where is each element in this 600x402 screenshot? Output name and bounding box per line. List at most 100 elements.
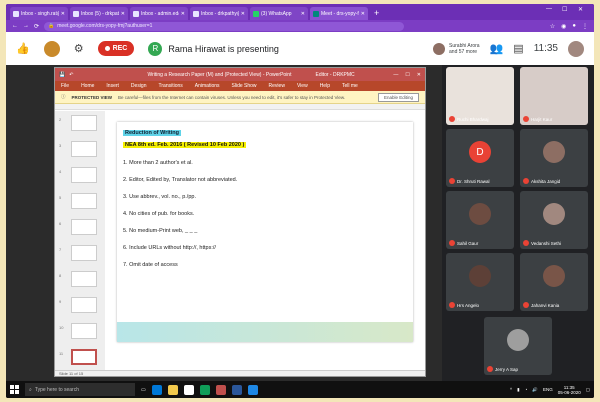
mic-off-icon <box>523 240 529 246</box>
close-icon[interactable]: ✕ <box>121 11 125 17</box>
browser-tab[interactable]: Inbox (5) - drkpathy@gmail.com✕ <box>70 7 128 20</box>
menu-animations[interactable]: Animations <box>195 83 220 89</box>
meet-icon <box>313 10 319 17</box>
word-icon[interactable] <box>231 384 242 395</box>
notification-icon[interactable]: ▢ <box>586 387 590 393</box>
extension-icon[interactable]: ◉ <box>561 23 566 30</box>
participant-tile[interactable]: Ruchi Bhardwaj <box>446 67 514 125</box>
file-explorer-icon[interactable] <box>167 384 178 395</box>
close-icon[interactable]: ✕ <box>417 72 421 78</box>
people-icon[interactable]: 👥 <box>490 42 504 55</box>
slide-thumbnail[interactable] <box>71 323 97 339</box>
slide-thumbnail[interactable] <box>71 271 97 287</box>
star-icon[interactable]: ☆ <box>550 23 555 30</box>
menu-transitions[interactable]: Transitions <box>159 83 183 89</box>
menu-help[interactable]: Help <box>320 83 330 89</box>
search-icon: ⌕ <box>29 386 32 393</box>
menu-slideshow[interactable]: Slide Show <box>232 83 257 89</box>
shield-icon: ⓘ <box>61 94 66 99</box>
participant-tile[interactable]: Hrs Angelo <box>446 253 514 311</box>
battery-icon[interactable]: ▮ <box>517 387 519 393</box>
presenting-indicator: R Rama Hirawat is presenting <box>148 41 279 56</box>
menu-tell-me[interactable]: Tell me <box>342 83 358 89</box>
profile-icon[interactable]: ● <box>572 23 576 30</box>
participant-tile[interactable]: Harjit Kaur <box>520 67 588 125</box>
save-icon[interactable]: 💾 <box>59 72 65 78</box>
enable-editing-button[interactable]: Enable Editing <box>377 92 419 102</box>
slide-thumbnail[interactable] <box>71 245 97 261</box>
ppt-ribbon-menu: File Home Insert Design Transitions Anim… <box>55 81 425 91</box>
forward-icon[interactable]: → <box>23 23 29 29</box>
network-icon[interactable]: ◔ <box>525 387 528 392</box>
slide-thumbnail-selected[interactable] <box>71 349 97 365</box>
mail-icon[interactable] <box>247 384 258 395</box>
participant-avatar <box>469 265 491 287</box>
back-icon[interactable]: ← <box>12 23 18 29</box>
browser-tab-active[interactable]: Meet - drs-yopy-fmj✕ <box>310 7 368 20</box>
close-icon[interactable]: ✕ <box>361 11 365 17</box>
close-icon[interactable]: ✕ <box>241 11 245 17</box>
language-indicator[interactable]: ENG <box>543 387 553 392</box>
slide-thumbnail[interactable] <box>71 193 97 209</box>
maximize-icon[interactable]: ☐ <box>562 6 567 13</box>
participant-tile[interactable]: Sahil Gaur <box>446 191 514 249</box>
store-icon[interactable] <box>183 384 194 395</box>
ppt-title-bar: 💾 ↶ Writing a Research Paper (M) and (Pr… <box>55 68 425 81</box>
reload-icon[interactable]: ⟳ <box>34 23 39 30</box>
participant-tile[interactable]: D Dr. Shruti Rawal <box>446 129 514 187</box>
settings-icon[interactable]: ⚙ <box>74 42 84 55</box>
chrome-icon[interactable] <box>199 384 210 395</box>
window-close-icon[interactable]: ✕ <box>578 6 583 13</box>
mic-off-icon <box>449 116 455 122</box>
slide-thumbnail[interactable] <box>71 115 97 131</box>
participant-avatar <box>469 203 491 225</box>
close-icon[interactable]: ✕ <box>181 11 185 17</box>
volume-icon[interactable]: 🔊 <box>532 387 538 393</box>
windows-start-icon[interactable] <box>10 385 19 394</box>
powerpoint-icon[interactable] <box>215 384 226 395</box>
browser-tab-strip: Inbox - singh.rat@gmail.com✕ Inbox (5) -… <box>6 4 594 20</box>
menu-file[interactable]: File <box>61 83 69 89</box>
menu-view[interactable]: View <box>297 83 308 89</box>
browser-tab[interactable]: Inbox - drkpathy@gmail.com✕ <box>190 7 248 20</box>
new-tab-button[interactable]: + <box>374 8 379 18</box>
minimize-icon[interactable]: — <box>393 72 398 78</box>
browser-tab[interactable]: Inbox - singh.rat@gmail.com✕ <box>10 7 68 20</box>
chevron-up-icon[interactable]: ^ <box>510 387 512 392</box>
slide-thumbnail[interactable] <box>71 167 97 183</box>
menu-design[interactable]: Design <box>131 83 147 89</box>
slide-thumbnail[interactable] <box>71 219 97 235</box>
edge-icon[interactable] <box>151 384 162 395</box>
url-input[interactable]: 🔒 meet.google.com/drs-yopy-fmj?authuser=… <box>44 21 405 31</box>
mic-off-icon <box>523 178 529 184</box>
menu-review[interactable]: Review <box>269 83 285 89</box>
participants-summary[interactable]: Surabhi Arora and 57 more <box>433 42 480 55</box>
participant-tile[interactable]: Akshita Jangid <box>520 129 588 187</box>
thumbs-up-icon[interactable]: 👍 <box>16 42 30 55</box>
participant-tile[interactable]: Jerry A Sap <box>484 317 552 375</box>
browser-tab[interactable]: (3) WhatsApp ✕ <box>250 7 308 20</box>
task-view-icon[interactable]: ▭ <box>141 387 146 393</box>
participant-tile[interactable]: Jahanvi Kania <box>520 253 588 311</box>
whatsapp-icon <box>253 10 259 17</box>
presentation-area: 💾 ↶ Writing a Research Paper (M) and (Pr… <box>6 65 442 381</box>
slide-heading: Reduction of Writing <box>123 130 181 136</box>
slide-thumbnail[interactable] <box>71 297 97 313</box>
chat-icon[interactable]: ▤ <box>513 42 523 55</box>
close-icon[interactable]: ✕ <box>301 11 305 17</box>
participant-tile[interactable]: Vedanshi Sethi <box>520 191 588 249</box>
system-tray: ^ ▮ ◔ 🔊 ENG 11:35 05-06-2020 ▢ <box>510 385 590 395</box>
menu-icon[interactable]: ⋮ <box>582 23 588 30</box>
undo-icon[interactable]: ↶ <box>69 72 73 78</box>
menu-insert[interactable]: Insert <box>106 83 119 89</box>
taskbar-search-input[interactable]: ⌕ Type here to search <box>25 383 135 396</box>
maximize-icon[interactable]: ☐ <box>405 72 409 78</box>
menu-home[interactable]: Home <box>81 83 94 89</box>
browser-tab[interactable]: Inbox - admin.ed@gmail.com✕ <box>130 7 188 20</box>
close-icon[interactable]: ✕ <box>61 11 65 17</box>
mic-off-icon <box>449 240 455 246</box>
slide-thumbnail[interactable] <box>71 141 97 157</box>
taskbar-clock[interactable]: 11:35 05-06-2020 <box>558 385 581 395</box>
minimize-icon[interactable]: — <box>546 6 552 12</box>
protected-view-bar: ⓘ PROTECTED VIEW Be careful—files from t… <box>55 91 425 104</box>
